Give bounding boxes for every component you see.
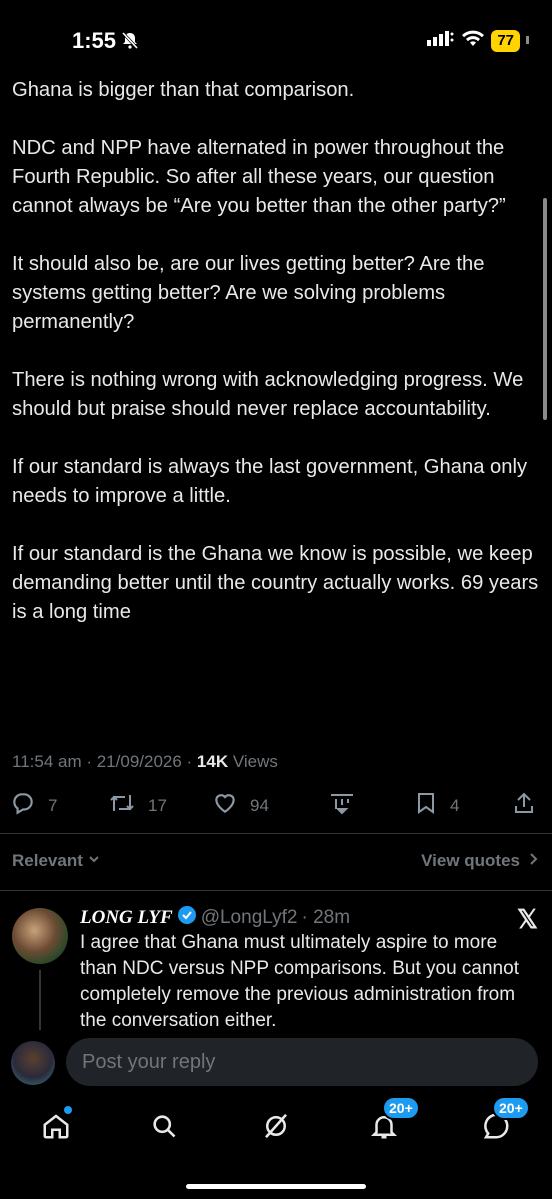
bookmark-button[interactable]: 4 <box>414 790 459 821</box>
share-button[interactable] <box>512 790 536 821</box>
divider <box>0 890 552 891</box>
search-icon <box>150 1112 178 1145</box>
sort-relevant-dropdown[interactable]: Relevant <box>12 851 101 871</box>
reply-compose-bar: Post your reply <box>0 1030 552 1094</box>
divider <box>0 833 552 834</box>
notifications-badge: 20+ <box>382 1096 420 1120</box>
tab-notifications[interactable]: 20+ <box>364 1096 420 1148</box>
tweet-paragraph: NDC and NPP have alternated in power thr… <box>12 137 506 217</box>
view-quotes-link[interactable]: View quotes <box>421 851 538 871</box>
reply-count: 7 <box>48 795 58 815</box>
repost-button[interactable]: 17 <box>108 790 167 821</box>
grok-icon <box>261 1111 291 1146</box>
reply-icon <box>10 790 36 821</box>
messages-badge: 20+ <box>492 1096 530 1120</box>
tweet-paragraph: If our standard is the Ghana we know is … <box>12 543 539 623</box>
reply-author-handle[interactable]: @LongLyf2 <box>201 907 298 929</box>
unread-dot <box>64 1106 72 1114</box>
like-count: 94 <box>250 795 269 815</box>
repost-count: 17 <box>148 795 167 815</box>
bottom-tab-bar: 20+ 20+ <box>0 1094 552 1164</box>
view-quotes-label: View quotes <box>421 851 520 870</box>
scrollbar[interactable] <box>543 198 547 420</box>
home-icon <box>41 1111 71 1146</box>
reply-input[interactable]: Post your reply <box>66 1038 538 1086</box>
status-bar: 1:55 77 <box>0 0 552 70</box>
bookmark-icon <box>414 790 438 821</box>
tweet-text: Ghana is bigger than that comparison. ND… <box>12 76 542 656</box>
like-button[interactable]: 94 <box>212 790 269 821</box>
thread-line <box>39 970 41 1030</box>
chevron-right-icon <box>528 851 538 871</box>
reply-author-name[interactable]: LONG LYF <box>80 907 173 929</box>
tab-messages[interactable]: 20+ <box>476 1096 530 1148</box>
tweet-meta: 11:54 am · 21/09/2026 · 14K Views <box>12 752 278 772</box>
chevron-down-icon <box>87 851 101 871</box>
tweet-paragraph: It should also be, are our lives getting… <box>12 253 485 333</box>
tab-search[interactable] <box>144 1108 184 1148</box>
tab-home[interactable] <box>36 1106 76 1148</box>
verified-badge-icon <box>177 905 197 931</box>
analytics-icon <box>328 790 356 821</box>
reply-header: LONG LYF @LongLyf2 · 28m <box>80 905 350 931</box>
reply-item[interactable]: LONG LYF @LongLyf2 · 28m 𝕏 I agree that … <box>0 900 552 1030</box>
views-count[interactable]: 14K <box>197 752 228 771</box>
status-time: 1:55 <box>72 28 117 53</box>
heart-icon <box>212 790 238 821</box>
home-indicator <box>186 1184 366 1189</box>
bookmark-count: 4 <box>450 795 460 815</box>
analytics-button[interactable] <box>328 790 356 821</box>
status-icons: 77 <box>427 28 530 54</box>
reply-time: · 28m <box>301 907 351 928</box>
wifi-icon <box>461 30 485 53</box>
avatar[interactable] <box>12 908 68 964</box>
battery-tip-icon <box>526 32 530 50</box>
tweet-paragraph: Ghana is bigger than that comparison. <box>12 79 355 101</box>
bell-off-icon <box>120 30 140 55</box>
battery-indicator: 77 <box>491 30 520 52</box>
tab-grok[interactable] <box>256 1108 296 1148</box>
share-icon <box>512 790 536 821</box>
repost-icon <box>108 790 136 821</box>
reply-text: I agree that Ghana must ultimately aspir… <box>80 932 519 1030</box>
relevant-label: Relevant <box>12 851 83 870</box>
reply-button[interactable]: 7 <box>10 790 57 821</box>
signal-icon <box>427 30 455 53</box>
views-label: Views <box>228 752 278 771</box>
tweet-paragraph: If our standard is always the last gover… <box>12 456 528 507</box>
tweet-actions: 7 17 94 4 <box>0 790 552 826</box>
avatar[interactable] <box>11 1041 55 1085</box>
tweet-timestamp: 11:54 am · 21/09/2026 · <box>12 752 197 771</box>
tweet-paragraph: There is nothing wrong with acknowledgin… <box>12 369 524 420</box>
